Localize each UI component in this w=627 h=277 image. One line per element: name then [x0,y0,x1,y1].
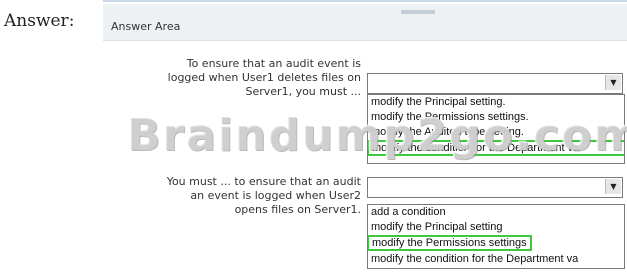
question-1-options-list: modify the Principal setting. modify the… [367,94,625,164]
question-1-option-selected[interactable]: modify the condition for the Department … [368,140,624,156]
question-1-line-2: logged when User1 deletes files on [167,71,361,84]
question-2-options-list: add a condition modify the Principal set… [367,204,625,269]
question-2-line-1: You must ... to ensure that an audit [166,175,361,188]
answer-label: Answer: [4,11,75,31]
question-1-text: To ensure that an audit event is logged … [111,57,361,99]
dropdown-arrow-icon[interactable]: ▼ [605,75,621,90]
panel-header: Answer Area [103,4,627,41]
question-1-dropdown[interactable]: ▼ [367,73,623,94]
dropdown-arrow-icon[interactable]: ▼ [605,179,621,194]
question-2-text: You must ... to ensure that an audit an … [89,175,361,217]
question-2-dropdown[interactable]: ▼ [367,177,623,198]
question-2-option-selected[interactable]: modify the Permissions settings [368,235,532,251]
panel-top-border [103,0,627,2]
question-2-option[interactable]: modify the Principal setting [368,220,624,235]
question-2-option[interactable]: add a condition [368,205,624,220]
panel-title: Answer Area [111,20,181,33]
question-2-line-2: an event is logged when User2 [190,189,361,202]
question-1-option[interactable]: modify the Audited type setting. [368,125,624,140]
question-1-line-3: Server1, you must ... [245,85,362,98]
resize-grip[interactable] [401,10,435,14]
question-2-line-3: opens files on Server1. [234,203,361,216]
question-1-option[interactable]: modify the Principal setting. [368,95,624,110]
question-1-option[interactable]: modify the Permissions settings. [368,110,624,125]
question-1-line-1: To ensure that an audit event is [186,57,361,70]
question-2-option[interactable]: modify the condition for the Department … [368,252,624,267]
answer-area-panel: Answer Area To ensure that an audit even… [103,0,627,277]
